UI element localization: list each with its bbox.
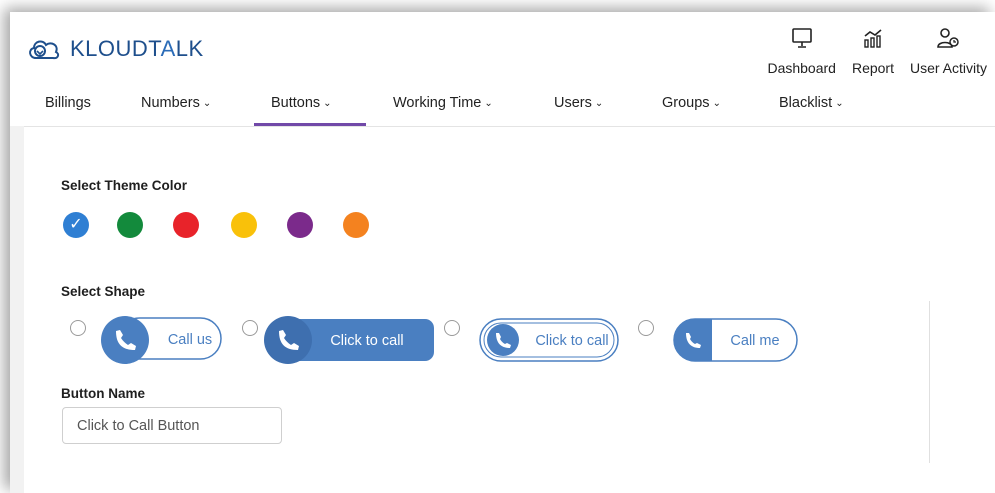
monitor-icon [791,28,812,48]
shape-option-call-me[interactable]: Call me [662,315,800,367]
shape-radio-4[interactable] [638,320,654,336]
color-swatch-orange[interactable] [343,212,369,238]
tab-label: Working Time [393,95,482,111]
button-name-label: Button Name [61,386,145,401]
logo[interactable]: KLOUDTALK [26,34,204,64]
nav-dashboard[interactable]: Dashboard [759,18,844,76]
tab-label: Groups [662,95,710,111]
shape-radio-2[interactable] [242,320,258,336]
left-gutter [10,126,24,493]
tab-billings[interactable]: Billings [45,82,91,124]
tab-label: Billings [45,95,91,111]
tab-numbers[interactable]: Numbers ⌄ [141,82,211,124]
color-swatch-green[interactable] [117,212,143,238]
shape-3-label: Click to call [535,333,608,349]
tab-blacklist[interactable]: Blacklist ⌄ [779,82,844,124]
app-window: KLOUDTALK Dashboard Report User Activity… [10,12,995,493]
shape-2-label: Click to call [330,333,403,349]
color-swatch-purple[interactable] [287,212,313,238]
chevron-down-icon: ⌄ [594,98,604,109]
tab-label: Buttons [271,95,321,111]
tab-groups[interactable]: Groups ⌄ [662,82,721,124]
nav-user-activity[interactable]: User Activity [902,18,995,76]
tab-users[interactable]: Users ⌄ [554,82,603,124]
logo-text-part: LK [175,36,204,61]
chevron-down-icon: ⌄ [202,98,212,109]
logo-text-part: A [160,36,176,61]
logo-text-part: KLOUDT [70,36,161,61]
shape-4-label: Call me [730,333,779,349]
tab-label: Users [554,95,592,111]
logo-text: KLOUDTALK [70,36,204,62]
color-swatch-red[interactable] [173,212,199,238]
top-nav: Dashboard Report User Activity [759,18,995,78]
color-swatch-blue[interactable]: ✓ [63,212,89,238]
chevron-down-icon: ⌄ [484,98,493,109]
user-clock-icon [937,28,960,48]
tab-working-time[interactable]: Working Time ⌄ [393,82,493,124]
shape-option-call-us[interactable]: Call us [99,314,223,366]
button-name-input[interactable] [62,407,282,444]
theme-color-label: Select Theme Color [61,178,188,193]
main-content: Select Theme Color ✓ Select Shape Call u… [24,126,995,493]
shape-option-click-to-call-outline[interactable]: Click to call [468,315,620,367]
tab-label: Blacklist [779,95,833,111]
chart-icon [864,29,882,48]
check-icon: ✓ [69,216,83,233]
color-swatch-yellow[interactable] [231,212,257,238]
shape-radio-3[interactable] [444,320,460,336]
top-header: KLOUDTALK Dashboard Report User Activity [10,12,995,83]
shape-1-label: Call us [168,332,212,348]
shape-radio-1[interactable] [70,320,86,336]
shape-option-click-to-call-filled[interactable]: Click to call [264,315,436,367]
nav-user-activity-label: User Activity [909,60,987,76]
tab-label: Numbers [141,95,200,111]
cloud-logo-icon [29,40,60,60]
vertical-divider [929,301,930,463]
chevron-down-icon: ⌄ [835,98,844,109]
nav-dashboard-label: Dashboard [767,60,836,76]
tab-buttons[interactable]: Buttons ⌄ [271,82,332,124]
sub-nav: Billings Numbers ⌄ Buttons ⌄ Working Time ⌄… [10,82,995,127]
nav-report[interactable]: Report [844,18,902,76]
nav-report-label: Report [851,60,894,76]
chevron-down-icon: ⌄ [712,98,721,109]
chevron-down-icon: ⌄ [323,98,332,109]
shape-label: Select Shape [61,284,146,299]
